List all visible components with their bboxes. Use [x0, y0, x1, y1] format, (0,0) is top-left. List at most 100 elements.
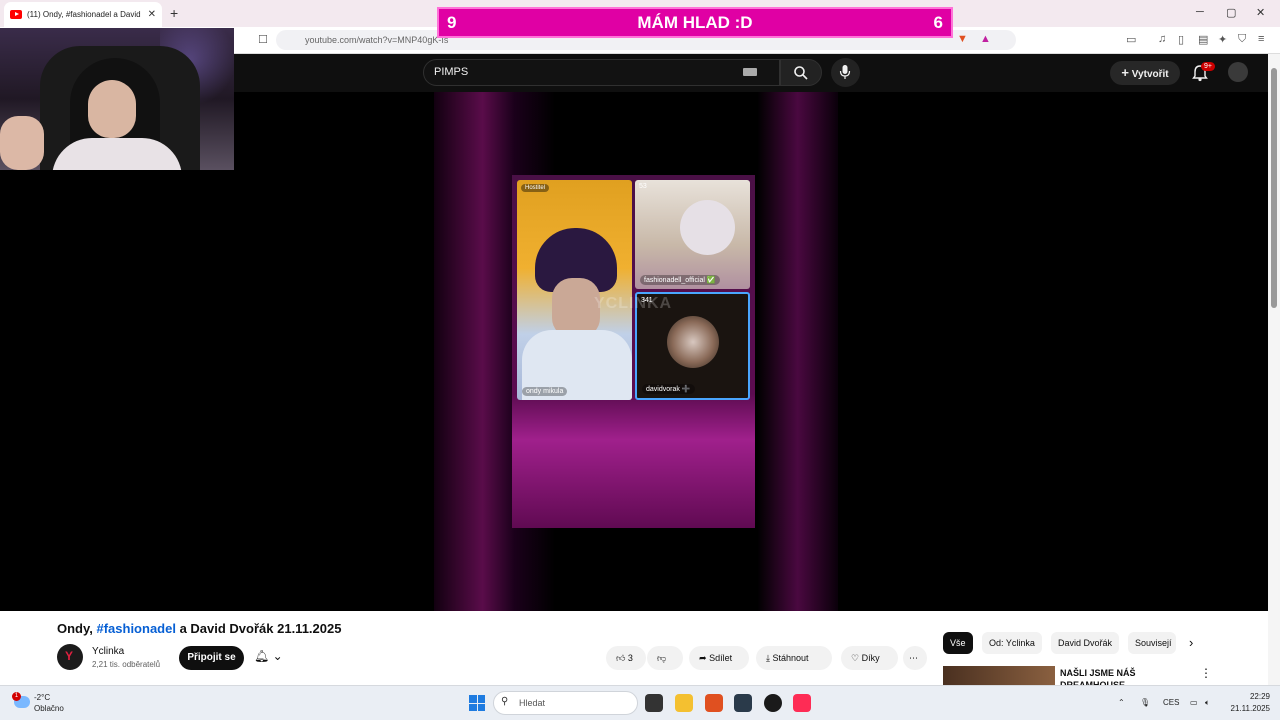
taskbar-search-icon: ⚲: [501, 696, 509, 707]
host-name-label: ondy mikula: [522, 387, 568, 396]
subscriber-count: 2,21 tis. odběratelů: [92, 660, 161, 669]
chip-related[interactable]: Souvisejí: [1128, 632, 1176, 654]
recommendation-more-icon[interactable]: ⋮: [1200, 666, 1212, 680]
chips-next-chevron-icon[interactable]: ›: [1189, 635, 1193, 650]
recommendation-thumbnail[interactable]: [943, 666, 1055, 685]
brave-shields-icon[interactable]: ▼: [957, 33, 968, 45]
streamer-webcam-overlay: [0, 28, 234, 170]
leo-ai-icon[interactable]: ✦: [1218, 33, 1227, 46]
thumbs-up-icon: 👍︎: [616, 653, 626, 663]
thanks-button[interactable]: ♡ Díky: [841, 646, 898, 670]
tiktok-icon[interactable]: [793, 694, 811, 712]
clock-date: 21.11.2025: [1230, 704, 1270, 713]
search-icon: [794, 66, 808, 80]
download-label: Stáhnout: [772, 653, 809, 663]
guest2-name-label: davidvorak ➕: [642, 384, 695, 394]
taskbar-search[interactable]: Hledat: [493, 691, 638, 715]
volume-icon[interactable]: 🔈︎: [1205, 698, 1210, 708]
share-label: Sdílet: [709, 653, 733, 663]
tray-mic-icon[interactable]: 🎙︎: [1140, 698, 1150, 707]
tray-overflow-icon[interactable]: ⌃: [1118, 698, 1125, 707]
file-explorer-icon[interactable]: [675, 694, 693, 712]
more-actions-button[interactable]: ⋯: [903, 646, 927, 670]
brave-rewards-icon[interactable]: ▲: [980, 33, 991, 45]
host-face: [552, 278, 600, 338]
banner-right-number: 6: [933, 13, 943, 32]
channel-logo-icon: Y: [65, 649, 74, 663]
thanks-label: Díky: [861, 653, 880, 663]
menu-icon[interactable]: ≡: [1258, 33, 1264, 45]
video-details: Ondy, #fashionadel a David Dvořák 21.11.…: [0, 611, 1268, 690]
share-button[interactable]: ➦ Sdílet: [689, 646, 749, 670]
temperature: -2°C: [34, 693, 51, 702]
windows-taskbar: 1 -2°C Oblačno Hledat ⚲ ⌃ 🎙︎ CES ▭ 🔈︎ 22…: [0, 685, 1280, 720]
download-button[interactable]: ⤓ Stáhnout: [756, 646, 832, 670]
page-scrollbar[interactable]: [1268, 54, 1280, 685]
banner-title: MÁM HLAD :D: [637, 13, 753, 32]
music-icon[interactable]: ♫: [1158, 33, 1166, 45]
like-button[interactable]: 👍︎ 3: [606, 646, 646, 670]
obs-studio-icon[interactable]: [734, 694, 752, 712]
stream-title-banner: 9 MÁM HLAD :D 6: [437, 7, 953, 38]
app-icon[interactable]: [764, 694, 782, 712]
share-icon: ➦: [699, 653, 707, 663]
weather-condition: Oblačno: [34, 704, 64, 713]
brave-browser-icon[interactable]: [705, 694, 723, 712]
start-button[interactable]: [469, 695, 485, 711]
minimize-button[interactable]: ─: [1196, 6, 1204, 18]
weather-widget[interactable]: 1 -2°C Oblačno: [12, 692, 92, 716]
channel-avatar[interactable]: Y: [57, 644, 83, 670]
language-indicator[interactable]: CES: [1163, 698, 1179, 707]
tab-close-icon[interactable]: ✕: [148, 9, 156, 20]
host-video-tile: Hostitel ondy mikula: [517, 180, 632, 400]
channel-watermark: YCLINKA: [594, 295, 673, 312]
title-prefix: Ondy,: [57, 621, 97, 636]
download-icon: ⤓: [766, 653, 770, 663]
browser-tab[interactable]: (11) Ondy, #fashionadel a David ✕: [4, 2, 162, 27]
chip-david-dvorak[interactable]: David Dvořák: [1051, 632, 1120, 654]
chip-from-channel[interactable]: Od: Yclinka: [982, 632, 1042, 654]
dislike-button[interactable]: 👎︎: [647, 646, 683, 670]
keyboard-icon[interactable]: [743, 68, 757, 76]
voice-search-button[interactable]: [831, 58, 860, 87]
create-label: Vytvořit: [1131, 69, 1169, 80]
guest2-avatar: [667, 316, 719, 368]
heart-icon: ♡: [851, 653, 860, 663]
create-button[interactable]: + Vytvořit: [1110, 61, 1180, 85]
media-icon[interactable]: ▭: [1126, 33, 1136, 46]
bookmark-icon[interactable]: ☐: [258, 33, 268, 46]
join-button[interactable]: Připojit se: [179, 646, 244, 670]
title-hashtag-link[interactable]: #fashionadel: [96, 621, 175, 636]
weather-badge: 1: [12, 692, 21, 701]
chip-all[interactable]: Vše: [943, 632, 973, 654]
vpn-icon[interactable]: ⛉: [1238, 33, 1246, 46]
plus-icon: +: [1121, 65, 1129, 80]
account-avatar[interactable]: [1228, 62, 1248, 82]
channel-name[interactable]: Yclinka: [92, 646, 124, 657]
scroll-thumb[interactable]: [1271, 68, 1277, 308]
search-input[interactable]: PIMPS: [423, 59, 780, 86]
guest1-viewer-count: 53: [639, 183, 647, 190]
screen: (11) Ondy, #fashionadel a David ✕ + ─ ▢ …: [0, 0, 1280, 720]
clock-time: 22:29: [1249, 692, 1270, 701]
new-tab-button[interactable]: +: [170, 5, 178, 21]
like-count: 3: [627, 653, 633, 663]
task-view-icon[interactable]: [645, 694, 663, 712]
streamer-face: [88, 80, 136, 138]
youtube-favicon-icon: [10, 10, 22, 19]
sidebar-icon[interactable]: ▯: [1178, 33, 1184, 46]
guest1-name-label: fashionadell_official ✅: [640, 275, 720, 285]
network-icon[interactable]: ▭: [1190, 698, 1198, 707]
wallet-icon[interactable]: ▤: [1198, 33, 1208, 46]
streamer-hand: [0, 116, 44, 170]
system-clock[interactable]: 22:29 21.11.2025: [1224, 691, 1270, 715]
thumbs-down-icon: 👎︎: [657, 653, 667, 663]
host-tag: Hostitel: [521, 184, 550, 192]
window-close-button[interactable]: ✕: [1256, 6, 1265, 19]
notifications-badge: 9+: [1201, 62, 1215, 71]
subscription-bell-icon[interactable]: 🔔︎ ⌄: [254, 649, 283, 663]
search-button[interactable]: [780, 59, 822, 86]
guest1-head: [680, 200, 735, 255]
maximize-button[interactable]: ▢: [1226, 6, 1236, 19]
title-suffix: a David Dvořák 21.11.2025: [175, 621, 342, 636]
